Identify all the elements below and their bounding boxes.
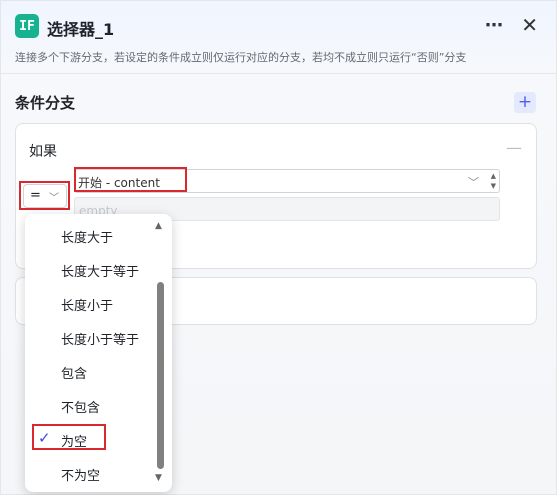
- branch-label: 如果: [29, 144, 57, 160]
- add-branch-button[interactable]: +: [514, 92, 536, 113]
- section-title: 条件分支: [15, 94, 76, 112]
- dropdown-option[interactable]: 包含: [25, 357, 160, 385]
- more-horizontal-icon[interactable]: ⋯: [485, 15, 504, 36]
- selector-node-panel: IF 选择器_1 ⋯ ✕ 连接多个下游分支，若设定的条件成立则仅运行对应的分支，…: [0, 0, 557, 495]
- scrollbar-thumb[interactable]: [157, 282, 164, 469]
- dropdown-option[interactable]: 长度大于: [25, 221, 160, 249]
- dropdown-option[interactable]: 长度大于等于: [25, 255, 160, 283]
- spinner-arrows-icon[interactable]: ▲ ▼: [491, 171, 496, 191]
- dropdown-option[interactable]: 不包含: [25, 391, 160, 419]
- header-divider: [1, 73, 556, 74]
- dropdown-option[interactable]: 长度小于: [25, 289, 160, 317]
- operator-highlight-box: [19, 181, 70, 210]
- plus-icon: +: [517, 92, 533, 112]
- node-description: 连接多个下游分支，若设定的条件成立则仅运行对应的分支，若均不成立则只运行“否则”…: [15, 51, 467, 64]
- selected-option-highlight-box: [32, 424, 106, 450]
- node-title[interactable]: 选择器_1: [47, 16, 114, 40]
- dropdown-option[interactable]: 长度小于等于: [25, 323, 160, 351]
- variable-highlight-box: [74, 167, 187, 192]
- close-icon[interactable]: ✕: [521, 13, 538, 37]
- dropdown-option[interactable]: 不为空: [25, 459, 160, 487]
- selector-node-icon: IF: [15, 14, 39, 38]
- panel-header: IF 选择器_1 ⋯ ✕: [15, 13, 542, 41]
- scroll-down-icon[interactable]: ▼: [155, 473, 162, 483]
- operator-dropdown: ▲ 长度大于 长度大于等于 长度小于 长度小于等于 包含 不包含 ✓ 为空 不为…: [25, 214, 172, 492]
- chevron-down-icon: ﹀: [468, 176, 479, 189]
- minus-icon[interactable]: —: [506, 138, 522, 157]
